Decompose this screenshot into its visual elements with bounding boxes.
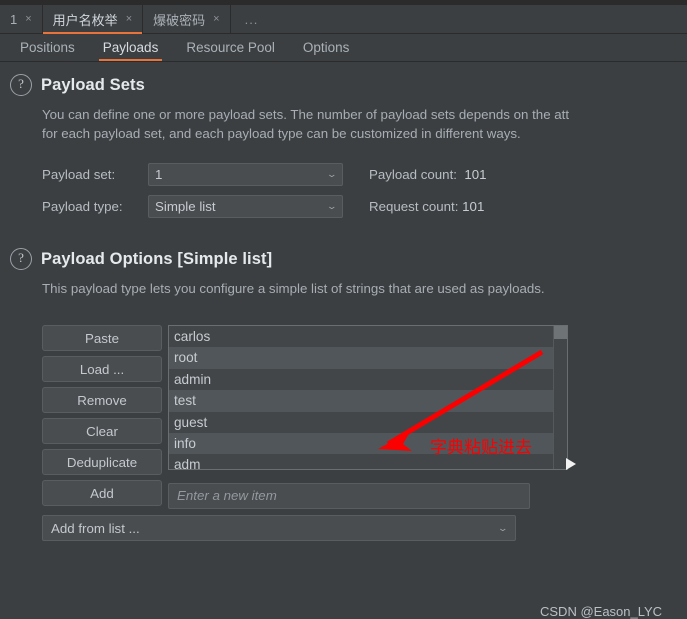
list-item[interactable]: root bbox=[169, 347, 567, 369]
close-icon[interactable]: × bbox=[126, 13, 132, 25]
payload-count-label: Payload count: bbox=[369, 167, 457, 182]
tab-payloads[interactable]: Payloads bbox=[89, 34, 173, 61]
scrollbar-thumb[interactable] bbox=[554, 326, 567, 339]
payload-type-value: Simple list bbox=[155, 199, 216, 214]
payload-sets-description: You can define one or more payload sets.… bbox=[42, 105, 687, 143]
payload-list-editor: Paste Load ... Remove Clear Deduplicate … bbox=[42, 325, 568, 541]
request-count-label: Request count: bbox=[369, 199, 459, 214]
payload-count-value: 101 bbox=[464, 167, 487, 182]
payload-options-header: ? Payload Options [Simple list] bbox=[10, 248, 272, 270]
add-button[interactable]: Add bbox=[42, 480, 162, 506]
subtab-label: Resource Pool bbox=[186, 40, 275, 55]
tab-label: 爆破密码 bbox=[153, 12, 206, 28]
chevron-down-icon: ⌄ bbox=[326, 201, 338, 211]
subtab-label: Options bbox=[302, 40, 350, 55]
add-button-wrap: Add bbox=[42, 480, 162, 511]
payload-sets-form: Payload set: 1 ⌄ Payload count: 101 Payl… bbox=[42, 163, 487, 227]
tab-username-enum[interactable]: 用户名枚举 × bbox=[42, 5, 144, 34]
tab-password-brute[interactable]: 爆破密码 × bbox=[143, 5, 231, 33]
chevron-down-icon: ⌄ bbox=[326, 169, 338, 179]
help-icon[interactable]: ? bbox=[10, 74, 32, 96]
add-from-list-label: Add from list ... bbox=[51, 520, 140, 536]
tab-overflow-menu[interactable]: ... bbox=[231, 5, 273, 33]
clear-button[interactable]: Clear bbox=[42, 418, 162, 444]
chevron-down-icon: ⌄ bbox=[497, 522, 509, 533]
close-icon[interactable]: × bbox=[25, 13, 31, 25]
tab-options[interactable]: Options bbox=[289, 34, 364, 61]
paste-button[interactable]: Paste bbox=[42, 325, 162, 351]
close-icon[interactable]: × bbox=[213, 13, 219, 25]
add-from-list-select[interactable]: Add from list ... ⌄ bbox=[42, 515, 516, 541]
payloads-panel: ? Payload Sets You can define one or mor… bbox=[0, 63, 687, 619]
request-count-value: 101 bbox=[462, 199, 485, 214]
payload-list[interactable]: carlos root admin test guest info adm bbox=[168, 325, 568, 470]
help-icon[interactable]: ? bbox=[10, 248, 32, 270]
tab-resource-pool[interactable]: Resource Pool bbox=[172, 34, 289, 61]
tab-positions[interactable]: Positions bbox=[6, 34, 89, 61]
new-item-input[interactable]: Enter a new item bbox=[168, 482, 530, 509]
list-item[interactable]: guest bbox=[169, 411, 567, 433]
subtab-label: Positions bbox=[20, 40, 75, 55]
payload-editor-row: Paste Load ... Remove Clear Deduplicate … bbox=[42, 325, 568, 480]
payload-count: Payload count: 101 bbox=[369, 167, 487, 182]
payload-sets-header: ? Payload Sets bbox=[10, 74, 145, 96]
payload-type-select[interactable]: Simple list ⌄ bbox=[148, 195, 343, 218]
payload-section-tab-bar: Positions Payloads Resource Pool Options bbox=[0, 34, 687, 62]
payload-action-buttons: Paste Load ... Remove Clear Deduplicate bbox=[42, 325, 162, 480]
payload-type-label: Payload type: bbox=[42, 199, 123, 214]
tab-label: 用户名枚举 bbox=[52, 12, 118, 28]
deduplicate-button[interactable]: Deduplicate bbox=[42, 449, 162, 475]
list-item[interactable]: admin bbox=[169, 368, 567, 391]
add-item-row: Add Enter a new item bbox=[42, 480, 568, 511]
attack-tab-bar: 1 × 用户名枚举 × 爆破密码 × ... bbox=[0, 5, 687, 34]
payload-sets-description-line1: You can define one or more payload sets.… bbox=[42, 107, 570, 122]
watermark: CSDN @Eason_LYC bbox=[540, 604, 663, 619]
request-count: Request count: 101 bbox=[369, 199, 484, 214]
payload-options-title: Payload Options [Simple list] bbox=[41, 249, 273, 268]
list-item[interactable]: carlos bbox=[169, 326, 567, 348]
payload-sets-title: Payload Sets bbox=[41, 75, 145, 94]
payload-type-row: Payload type: Simple list ⌄ Request coun… bbox=[42, 195, 487, 218]
payload-set-label: Payload set: bbox=[42, 167, 116, 182]
payload-set-value: 1 bbox=[155, 167, 163, 182]
payload-options-description: This payload type lets you configure a s… bbox=[42, 281, 545, 296]
subtab-label: Payloads bbox=[102, 40, 159, 55]
payload-list-scrollbar[interactable] bbox=[553, 326, 567, 469]
play-triangle-icon bbox=[566, 458, 576, 470]
remove-button[interactable]: Remove bbox=[42, 387, 162, 413]
list-item[interactable]: adm bbox=[169, 454, 567, 469]
payload-set-select[interactable]: 1 ⌄ bbox=[148, 163, 343, 186]
payload-set-row: Payload set: 1 ⌄ Payload count: 101 bbox=[42, 163, 487, 186]
tab-label: ... bbox=[244, 11, 259, 27]
tab-1[interactable]: 1 × bbox=[0, 5, 43, 33]
list-item[interactable]: test bbox=[169, 390, 567, 412]
load-button[interactable]: Load ... bbox=[42, 356, 162, 382]
tab-label: 1 bbox=[10, 11, 18, 27]
list-item[interactable]: info bbox=[169, 432, 567, 455]
payload-sets-description-line2: for each payload set, and each payload t… bbox=[42, 126, 521, 141]
new-item-placeholder: Enter a new item bbox=[177, 488, 277, 503]
